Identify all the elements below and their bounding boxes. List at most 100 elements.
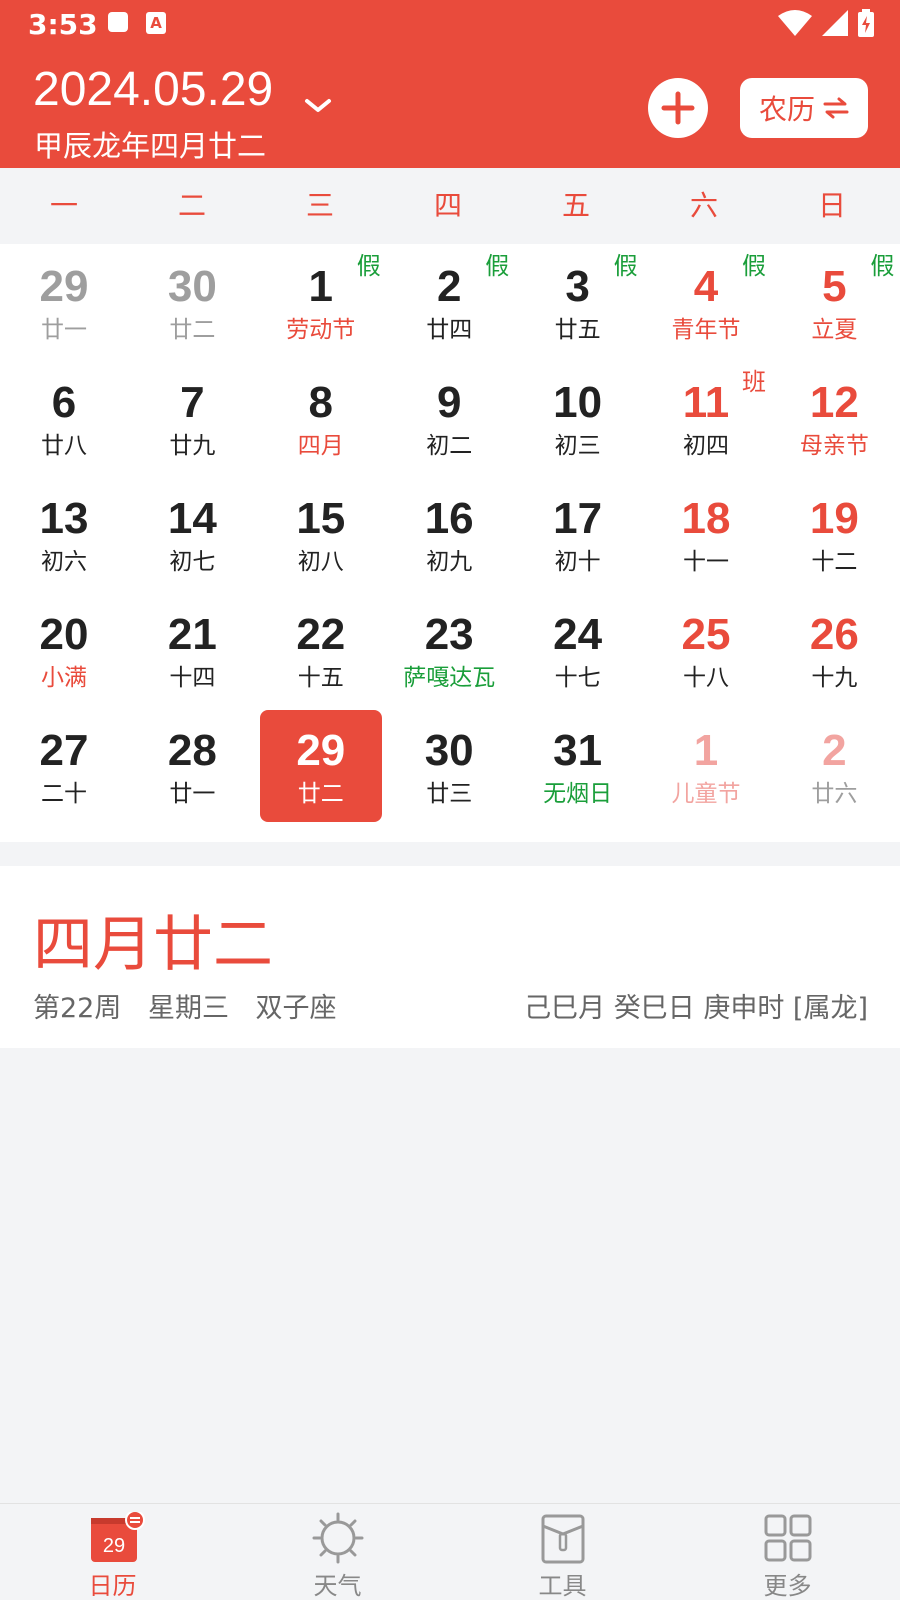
calendar-day-number: 27 (39, 726, 89, 775)
calendar-day-lunar: 青年节 (671, 317, 741, 343)
calendar-day[interactable]: 21 十四 (128, 592, 256, 708)
calendar-day[interactable]: 19 十二 (770, 476, 898, 592)
calendar-day-number: 31 (553, 726, 603, 775)
calendar-day-number: 1 (693, 726, 719, 775)
wifi-icon (778, 10, 812, 36)
calendar-day[interactable]: 15 初八 (257, 476, 385, 592)
calendar-day-lunar: 十一 (683, 549, 729, 575)
calendar-day-number: 18 (681, 494, 731, 543)
calendar-day[interactable]: 31 无烟日 (514, 708, 642, 824)
app-header: 3:53 A 2024.05.29 甲辰龙年四月廿二 农历 (0, 0, 900, 168)
calendar-day-number: 7 (180, 378, 205, 427)
calendar-day-lunar: 初六 (41, 549, 87, 575)
chevron-down-icon[interactable] (304, 98, 332, 118)
weekday-label: 三 (305, 189, 334, 222)
calendar-day-badge: 假 (613, 252, 638, 280)
calendar-day[interactable]: 16 初九 (385, 476, 513, 592)
calendar-day-number: 30 (167, 262, 217, 311)
calendar-day[interactable]: 23 萨嘎达瓦 (385, 592, 513, 708)
calendar-day-number: 25 (681, 610, 731, 659)
calendar-day-number: 26 (809, 610, 859, 659)
calendar-day[interactable]: 29 廿一 (0, 244, 128, 360)
calendar-day[interactable]: 9 初二 (385, 360, 513, 476)
calendar-day[interactable]: 11 初四班 (642, 360, 770, 476)
nav-weather[interactable]: 天气 (225, 1504, 450, 1600)
calendar-day-badge: 班 (742, 368, 766, 396)
calendar-day[interactable]: 24 十七 (514, 592, 642, 708)
calendar-day[interactable]: 12 母亲节 (770, 360, 898, 476)
calendar-day-number: 24 (553, 610, 603, 659)
calendar-day[interactable]: 14 初七 (128, 476, 256, 592)
calendar-day-lunar: 初四 (683, 433, 729, 459)
nav-calendar[interactable]: 29 日历 (0, 1504, 225, 1600)
calendar-day[interactable]: 2 廿六 (770, 708, 898, 824)
calendar-day[interactable]: 30 廿二 (128, 244, 256, 360)
calendar-day-number: 12 (809, 378, 859, 427)
weekday-label: 四 (433, 189, 462, 222)
signal-icon (822, 10, 848, 36)
nav-label: 更多 (763, 1572, 812, 1600)
weekday-label: 日 (817, 189, 846, 222)
calendar-day[interactable]: 3 廿五假 (514, 244, 642, 360)
calendar-day-selected[interactable]: 29 廿二 (259, 710, 382, 822)
day-info-panel: 四月廿二 第22周 星期三 双子座 己巳月 癸巳日 庚申时 [属龙] (0, 866, 900, 1048)
nav-tools[interactable]: 工具 (450, 1504, 675, 1600)
week-number: 第22周 (33, 993, 122, 1024)
nav-more[interactable]: 更多 (675, 1504, 900, 1600)
calendar-day-lunar: 小满 (41, 665, 87, 691)
calendar-day[interactable]: 4 青年节假 (642, 244, 770, 360)
calendar-day-lunar: 廿六 (811, 781, 858, 807)
calendar-day[interactable]: 18 十一 (642, 476, 770, 592)
lunar-date: 甲辰龙年四月廿二 (34, 129, 267, 163)
current-date[interactable]: 2024.05.29 (33, 62, 273, 117)
calendar-icon-day: 29 (102, 1535, 124, 1557)
lunar-toggle-button[interactable]: 农历 (740, 78, 868, 138)
calendar-day[interactable]: 20 小满 (0, 592, 128, 708)
calendar-day[interactable]: 17 初十 (514, 476, 642, 592)
calendar-day-number: 10 (553, 378, 603, 427)
calendar-day-lunar: 廿八 (41, 433, 87, 459)
calendar-day-lunar: 十七 (554, 665, 601, 691)
calendar-day[interactable]: 1 儿童节 (642, 708, 770, 824)
weekday-label: 一 (49, 189, 78, 222)
calendar-day[interactable]: 22 十五 (257, 592, 385, 708)
calendar-day[interactable]: 13 初六 (0, 476, 128, 592)
calendar-day-lunar: 十二 (811, 549, 858, 575)
calendar-day[interactable]: 10 初三 (514, 360, 642, 476)
calendar-day[interactable]: 6 廿八 (0, 360, 128, 476)
calendar-day-number: 21 (167, 610, 217, 659)
calendar-day-lunar: 廿五 (554, 317, 601, 343)
calendar-day[interactable]: 30 廿三 (385, 708, 513, 824)
weekday-label: 六 (689, 189, 718, 222)
calendar-day[interactable]: 5 立夏假 (770, 244, 898, 360)
calendar-day[interactable]: 25 十八 (642, 592, 770, 708)
swap-arrows-icon (823, 97, 849, 119)
calendar-day-lunar: 廿一 (41, 317, 87, 343)
calendar-day-lunar: 十九 (811, 665, 858, 691)
calendar-day[interactable]: 8 四月 (257, 360, 385, 476)
calendar-day-number: 2 (822, 726, 847, 775)
calendar-day-number: 30 (424, 726, 474, 775)
calendar-day-lunar: 廿三 (426, 781, 473, 807)
calendar-day[interactable]: 26 十九 (770, 592, 898, 708)
nav-label: 工具 (538, 1572, 587, 1600)
calendar-day[interactable]: 1 劳动节假 (257, 244, 385, 360)
calendar-day-lunar: 初三 (554, 433, 601, 459)
calendar-day[interactable]: 27 二十 (0, 708, 128, 824)
calendar-day-lunar: 母亲节 (799, 433, 869, 459)
calendar-day[interactable]: 7 廿九 (128, 360, 256, 476)
day-details: 第22周 星期三 双子座 (33, 986, 355, 1025)
weekday-header: 一 二 三 四 五 六 日 (0, 168, 900, 244)
status-time: 3:53 (28, 8, 98, 41)
calendar-day-lunar: 十五 (297, 665, 344, 691)
plus-icon (661, 91, 695, 125)
calendar-day-lunar: 四月 (297, 433, 344, 459)
add-event-button[interactable] (648, 78, 708, 138)
calendar-day[interactable]: 28 廿一 (128, 708, 256, 824)
calendar-day-number: 17 (553, 494, 603, 543)
calendar-day[interactable]: 2 廿四假 (385, 244, 513, 360)
calendar-day-number: 9 (436, 378, 462, 427)
calendar-day-lunar: 无烟日 (543, 781, 613, 807)
more-icon (762, 1512, 814, 1568)
calendar-day-lunar: 廿四 (426, 317, 473, 343)
